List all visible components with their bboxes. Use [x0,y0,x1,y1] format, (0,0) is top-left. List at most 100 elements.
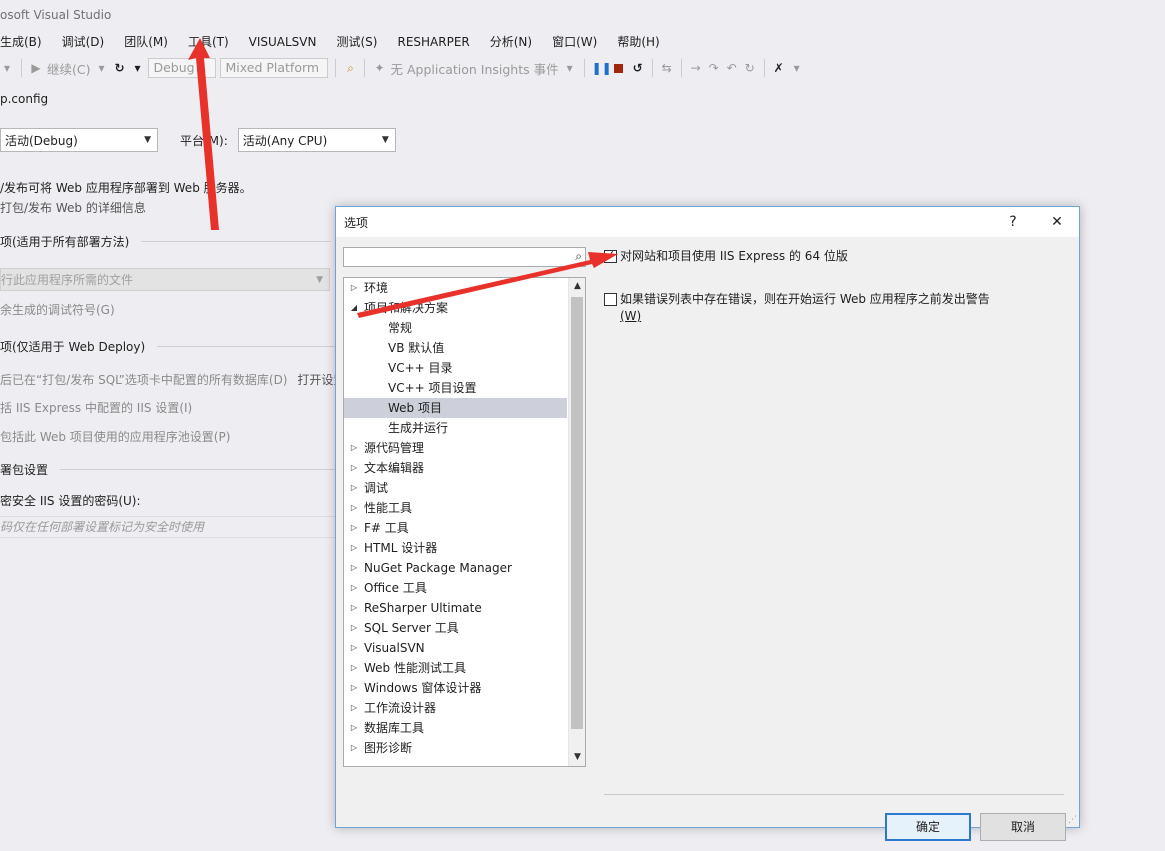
tree-item[interactable]: ▷ 源代码管理 [344,438,567,458]
app-pool-label[interactable]: 包括此 Web 项目使用的应用程序池设置(P) [0,428,230,445]
files-select[interactable]: 行此应用程序所需的文件 ▼ [0,268,330,291]
chevron-down-icon: ▼ [316,274,323,285]
menu-help[interactable]: 帮助(H) [607,32,669,52]
include-databases-text[interactable]: 后已在“打包/发布 SQL”选项卡中配置的所有数据库(D) [0,373,288,387]
ok-button[interactable]: 确定 [885,813,971,841]
tree-item[interactable]: 生成并运行 [344,418,567,438]
config-combo[interactable]: Debug [148,58,217,78]
option-iis-express-64bit[interactable]: 对网站和项目使用 IIS Express 的 64 位版 [604,248,848,265]
close-icon[interactable]: ✕ [1035,214,1079,230]
step-out-icon[interactable]: ↶ [725,61,739,75]
collapsed-arrow-icon[interactable]: ▷ [344,638,364,658]
checkbox-iis-express-64bit[interactable] [604,248,617,263]
cancel-button[interactable]: 取消 [980,813,1066,841]
resize-grip-icon[interactable]: ⋰ [1068,815,1077,825]
help-button[interactable]: ? [991,214,1035,230]
tree-item[interactable]: ▷ 图形诊断 [344,738,567,758]
tree-item[interactable]: VC++ 项目设置 [344,378,567,398]
options-search-input[interactable]: ⌕ [343,247,586,267]
dropdown-icon[interactable]: ▾ [0,61,14,75]
menu-resharper[interactable]: RESHARPER [387,32,479,52]
menu-analyze[interactable]: 分析(N) [480,32,542,52]
iis-settings-label[interactable]: 括 IIS Express 中配置的 IIS 设置(I) [0,399,192,416]
tree-item[interactable]: ▷ VisualSVN [344,638,567,658]
refresh-icon[interactable]: ↻ [112,61,126,75]
step-back-icon[interactable]: ↻ [743,61,757,75]
collapsed-arrow-icon[interactable]: ▷ [344,698,364,718]
tree-item[interactable]: ▷ 性能工具 [344,498,567,518]
tree-item[interactable]: ▷ F# 工具 [344,518,567,538]
toolbar-separator [651,59,653,77]
play-icon[interactable]: ▶ [29,61,43,75]
tree-item[interactable]: ▷ Office 工具 [344,578,567,598]
tree-item[interactable]: VC++ 目录 [344,358,567,378]
collapsed-arrow-icon[interactable]: ▷ [344,618,364,638]
collapsed-arrow-icon[interactable]: ▷ [344,478,364,498]
collapsed-arrow-icon[interactable]: ▷ [344,278,364,298]
exception-settings-icon[interactable]: ✗ [772,61,786,75]
platform-combo[interactable]: Mixed Platform [220,58,329,78]
collapsed-arrow-icon[interactable]: ▷ [344,678,364,698]
insights-label[interactable]: 无 Application Insights 事件 [390,59,558,78]
tree-item[interactable]: ▷ NuGet Package Manager [344,558,567,578]
tree-item[interactable]: ▷ 文本编辑器 [344,458,567,478]
tree-scrollbar[interactable]: ▲ ▼ [568,278,585,766]
collapsed-arrow-icon[interactable]: ▷ [344,558,364,578]
tree-item[interactable]: ▷ ReSharper Ultimate [344,598,567,618]
collapsed-arrow-icon[interactable]: ▷ [344,498,364,518]
show-next-statement-icon[interactable]: ⇆ [660,61,674,75]
step-into-icon[interactable]: → [689,61,703,75]
scrollbar-thumb[interactable] [571,297,583,729]
menu-test[interactable]: 测试(S) [327,32,388,52]
chevron-down-icon[interactable]: ▾ [790,61,804,75]
tree-item[interactable]: ◢ 项目和解决方案 [344,298,567,318]
debug-symbols-checkbox-label[interactable]: 余生成的调试符号(G) [0,301,115,318]
menu-tools[interactable]: 工具(T) [178,32,239,52]
tree-item[interactable]: ▷ 数据库工具 [344,718,567,738]
scroll-up-icon[interactable]: ▲ [569,278,585,295]
tree-item[interactable]: ▷ 调试 [344,478,567,498]
menu-build[interactable]: 生成(B) [0,32,52,52]
step-over-icon[interactable]: ↷ [707,61,721,75]
chevron-down-icon[interactable]: ▾ [563,61,577,75]
collapsed-arrow-icon[interactable]: ▷ [344,538,364,558]
tree-item[interactable]: ▷ HTML 设计器 [344,538,567,558]
tree-item[interactable]: ▷ 环境 [344,278,567,298]
password-input[interactable]: 码仅在任何部署设置标记为安全时使用 [0,516,335,538]
chevron-down-icon[interactable]: ▾ [94,61,108,75]
collapsed-arrow-icon[interactable]: ▷ [344,518,364,538]
collapsed-arrow-icon[interactable]: ▷ [344,578,364,598]
platform-select[interactable]: 活动(Any CPU) ▼ [237,128,396,152]
continue-button[interactable]: 继续(C) [47,59,90,78]
menu-debug[interactable]: 调试(D) [52,32,115,52]
tree-item[interactable]: 常规 [344,318,567,338]
configuration-select[interactable]: 活动(Debug) ▼ [0,128,158,152]
menu-visualsvn[interactable]: VISUALSVN [239,32,327,52]
option-warn-on-errors[interactable]: 如果错误列表中存在错误，则在开始运行 Web 应用程序之前发出警告 (W) [604,291,990,325]
tree-item[interactable]: ▷ Windows 窗体设计器 [344,678,567,698]
tree-item[interactable]: VB 默认值 [344,338,567,358]
tree-item[interactable]: ▷ 工作流设计器 [344,698,567,718]
collapsed-arrow-icon[interactable]: ▷ [344,438,364,458]
collapsed-arrow-icon[interactable]: ▷ [344,658,364,678]
tree-item[interactable]: ▷ Web 性能测试工具 [344,658,567,678]
checkbox-warn-on-errors[interactable] [604,293,617,306]
chevron-down-icon[interactable]: ▾ [130,61,144,75]
details-link[interactable]: 打包/发布 Web 的详细信息 [0,199,146,216]
collapsed-arrow-icon[interactable]: ▷ [344,718,364,738]
menu-team[interactable]: 团队(M) [114,32,178,52]
menu-window[interactable]: 窗口(W) [542,32,607,52]
tree-item[interactable]: ▷ SQL Server 工具 [344,618,567,638]
document-tab[interactable]: p.config [0,92,48,106]
restart-icon[interactable]: ↺ [631,61,645,75]
insights-bulb-icon[interactable]: ✦ [372,61,386,75]
stop-icon[interactable] [613,63,623,73]
collapsed-arrow-icon[interactable]: ▷ [344,738,364,758]
pause-icon[interactable]: ❚❚ [592,61,612,75]
tree-item[interactable]: Web 项目 [344,398,567,418]
collapsed-arrow-icon[interactable]: ▷ [344,458,364,478]
expanded-arrow-icon[interactable]: ◢ [344,298,364,318]
find-icon[interactable]: ⌕ [343,61,357,76]
collapsed-arrow-icon[interactable]: ▷ [344,598,364,618]
scroll-down-icon[interactable]: ▼ [569,749,585,766]
